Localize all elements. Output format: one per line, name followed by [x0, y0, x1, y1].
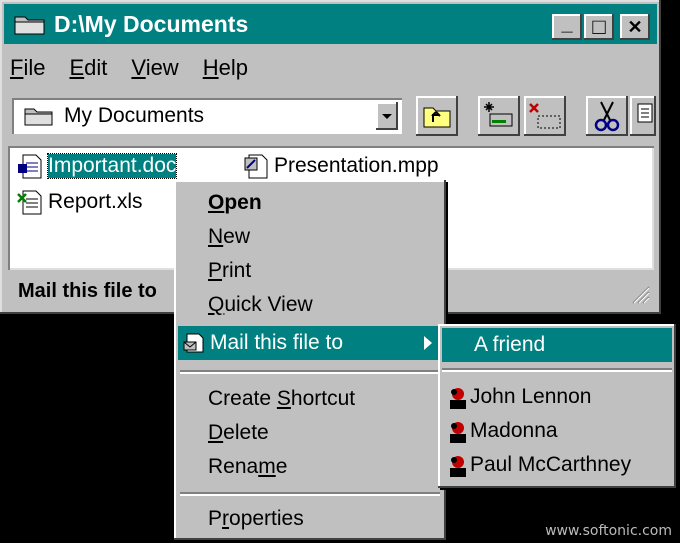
menu-item-label: Quick View [208, 293, 313, 316]
minimize-icon: _ [561, 13, 573, 35]
menu-item-label: Print [208, 259, 252, 282]
submenu-item-label: Madonna [470, 419, 558, 442]
disconnect-drive-icon [529, 103, 561, 129]
folder-icon [14, 16, 45, 35]
menu-item-label: Delete [208, 421, 269, 444]
menu-separator [180, 370, 440, 374]
menu-item-print[interactable]: Print [178, 254, 442, 288]
up-folder-button[interactable] [416, 96, 458, 136]
menu-separator [442, 368, 672, 372]
window-title: D:\My Documents [54, 11, 249, 37]
menu-view[interactable]: View [131, 52, 178, 84]
menu-separator [180, 492, 440, 496]
submenu-item-john-lennon[interactable]: John Lennon [442, 380, 672, 414]
menu-file[interactable]: File [10, 52, 45, 84]
cut-icon [594, 101, 620, 132]
map-drive-icon [484, 102, 513, 127]
context-menu: Open New Print Quick View Mail this file… [174, 180, 446, 540]
close-icon: ✕ [627, 16, 643, 37]
location-value: My Documents [64, 104, 205, 127]
title-bar[interactable]: D:\My Documents _ □ ✕ [4, 4, 657, 44]
copy-icon [637, 103, 653, 123]
menu-item-label: Create Shortcut [208, 387, 356, 410]
copy-button[interactable] [630, 96, 656, 136]
menu-item-new[interactable]: New [178, 220, 442, 254]
project-file-icon [244, 154, 268, 179]
folder-icon [24, 108, 53, 126]
submenu-item-madonna[interactable]: Madonna [442, 414, 672, 448]
location-dropdown-button[interactable] [376, 102, 398, 130]
file-item-report-xls[interactable]: Report.xls [16, 188, 143, 216]
location-combo[interactable]: My Documents [12, 98, 402, 134]
submenu-item-paul-mccarthney[interactable]: Paul McCarthney [442, 448, 672, 482]
watermark: www.softonic.com [545, 523, 672, 539]
resize-grip-icon[interactable] [628, 282, 650, 304]
menu-item-label: Open [208, 191, 262, 214]
file-name: Presentation.mpp [274, 154, 439, 177]
chevron-down-icon [382, 114, 392, 119]
map-drive-button[interactable] [478, 96, 520, 136]
minimize-button[interactable]: _ [552, 14, 582, 40]
file-item-presentation-mpp[interactable]: Presentation.mpp [242, 152, 439, 180]
menu-item-delete[interactable]: Delete [178, 416, 442, 450]
menu-item-open[interactable]: Open [178, 186, 442, 220]
menu-item-quick-view[interactable]: Quick View [178, 288, 442, 322]
file-name: Report.xls [48, 190, 143, 213]
close-button[interactable]: ✕ [620, 14, 650, 40]
submenu-item-label: John Lennon [470, 385, 592, 408]
menu-item-properties[interactable]: Properties [178, 502, 442, 536]
menu-item-create-shortcut[interactable]: Create Shortcut [178, 382, 442, 416]
person-icon [450, 456, 466, 477]
menu-item-label: Properties [208, 507, 304, 530]
person-icon [450, 388, 466, 409]
toolbar: My Documents [8, 94, 656, 142]
menu-item-label: Mail this file to [210, 331, 344, 354]
menu-bar: File Edit View Help [10, 52, 272, 84]
menu-item-mail-this-file-to[interactable]: Mail this file to [178, 326, 442, 360]
cut-button[interactable] [586, 96, 628, 136]
maximize-button[interactable]: □ [584, 14, 614, 40]
submenu-arrow-icon [424, 336, 432, 350]
menu-item-label: New [208, 225, 251, 248]
mail-icon [183, 333, 204, 353]
disconnect-drive-button[interactable] [524, 96, 566, 136]
person-icon [450, 422, 466, 443]
status-text: Mail this file to [18, 280, 157, 302]
menu-edit[interactable]: Edit [69, 52, 107, 84]
menu-help[interactable]: Help [203, 52, 248, 84]
submenu-item-label: Paul McCarthney [470, 453, 632, 476]
submenu-item-label: A friend [474, 333, 546, 356]
menu-item-label: Rename [208, 455, 288, 478]
maximize-icon: □ [592, 14, 606, 39]
excel-file-icon [17, 190, 42, 215]
up-folder-icon [423, 107, 451, 128]
menu-item-rename[interactable]: Rename [178, 450, 442, 484]
submenu-item-a-friend[interactable]: A friend [442, 328, 672, 362]
word-doc-icon [18, 154, 42, 179]
file-item-important-doc[interactable]: Important.doc [16, 152, 178, 180]
mail-submenu: A friend John Lennon Madonna Paul McCart… [438, 324, 676, 488]
file-name: Important.doc [46, 153, 178, 179]
